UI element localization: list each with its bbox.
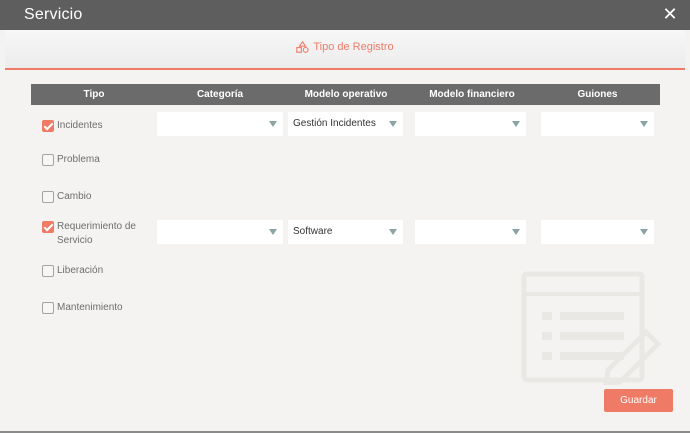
guiones-select[interactable] bbox=[541, 112, 654, 136]
chevron-down-icon bbox=[640, 121, 648, 127]
column-header-categoria: Categoría bbox=[196, 89, 244, 100]
chevron-down-icon bbox=[389, 229, 397, 235]
tab-tipo-de-registro[interactable]: Tipo de Registro bbox=[5, 40, 685, 56]
type-label: Requerimiento de Servicio bbox=[57, 221, 136, 246]
chevron-down-icon bbox=[512, 121, 520, 127]
dialog-titlebar: Servicio ✕ bbox=[0, 0, 690, 30]
checkbox[interactable] bbox=[42, 302, 54, 314]
type-option-mantenimiento[interactable]: Mantenimiento bbox=[42, 301, 123, 315]
chevron-down-icon bbox=[269, 229, 277, 235]
tab-label: Tipo de Registro bbox=[313, 41, 394, 53]
chevron-down-icon bbox=[269, 121, 277, 127]
dialog-title: Servicio bbox=[24, 6, 83, 23]
modelo-financiero-select[interactable] bbox=[415, 112, 526, 136]
type-option-requerimiento-de-servicio[interactable]: Requerimiento de Servicio bbox=[42, 220, 147, 248]
checkbox[interactable] bbox=[42, 221, 54, 233]
type-option-incidentes[interactable]: Incidentes bbox=[42, 119, 103, 133]
checkbox[interactable] bbox=[42, 120, 54, 132]
shapes-icon bbox=[296, 40, 309, 56]
type-label: Cambio bbox=[57, 191, 92, 202]
chevron-down-icon bbox=[640, 229, 648, 235]
column-header-guiones: Guiones bbox=[577, 89, 618, 100]
column-header-modelo-financiero: Modelo financiero bbox=[429, 89, 515, 100]
guiones-select[interactable] bbox=[541, 220, 654, 244]
close-icon[interactable]: ✕ bbox=[660, 4, 680, 24]
save-button[interactable]: Guardar bbox=[604, 389, 673, 412]
chevron-down-icon bbox=[512, 229, 520, 235]
type-label: Incidentes bbox=[57, 120, 103, 131]
column-header-tipo: Tipo bbox=[83, 89, 105, 100]
column-header-modelo-operativo: Modelo operativo bbox=[304, 89, 388, 100]
type-option-liberacion[interactable]: Liberación bbox=[42, 264, 103, 278]
chevron-down-icon bbox=[389, 121, 397, 127]
checkbox[interactable] bbox=[42, 191, 54, 203]
modelo-financiero-select[interactable] bbox=[415, 220, 526, 244]
type-option-problema[interactable]: Problema bbox=[42, 153, 100, 167]
form-edit-watermark-icon bbox=[520, 270, 665, 390]
modelo-operativo-select[interactable]: Gestión Incidentes bbox=[288, 112, 403, 136]
modelo-operativo-select[interactable]: Software bbox=[288, 220, 403, 244]
tab-bar: Tipo de Registro bbox=[5, 30, 685, 70]
checkbox[interactable] bbox=[42, 154, 54, 166]
type-label: Liberación bbox=[57, 265, 104, 276]
type-label: Problema bbox=[57, 154, 100, 165]
categoria-select[interactable] bbox=[157, 112, 283, 136]
checkbox[interactable] bbox=[42, 265, 54, 277]
type-label: Mantenimiento bbox=[57, 302, 123, 313]
categoria-select[interactable] bbox=[157, 220, 283, 244]
table-header: Tipo Categoría Modelo operativo Modelo f… bbox=[31, 84, 660, 105]
type-option-cambio[interactable]: Cambio bbox=[42, 190, 91, 204]
